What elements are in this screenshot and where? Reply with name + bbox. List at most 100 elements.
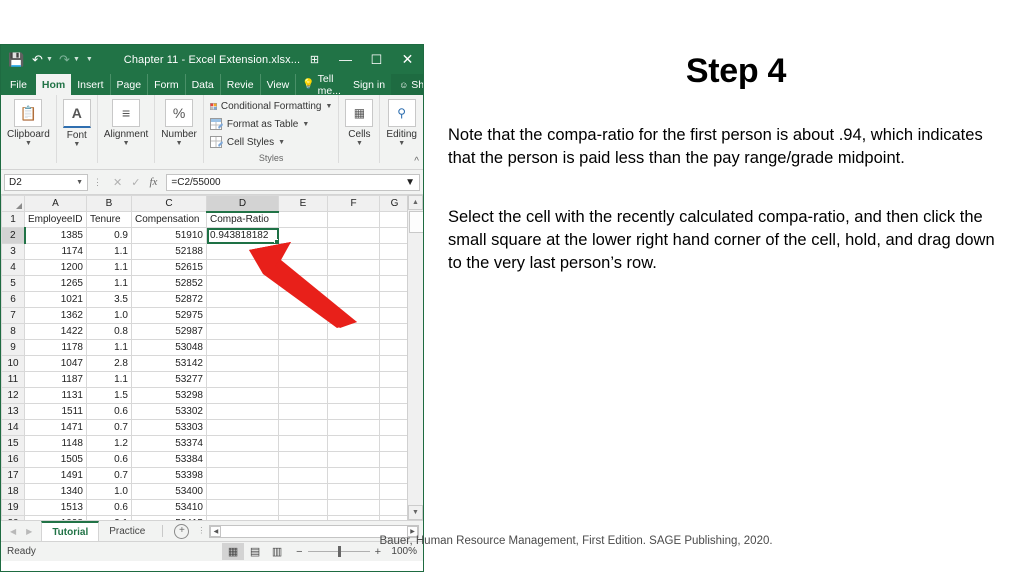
cell-a4[interactable]: 1200 [24, 259, 87, 276]
cell-d2-selected[interactable]: 0.943818182 [206, 227, 279, 244]
cell-g10[interactable] [379, 355, 410, 372]
column-header-e[interactable]: E [278, 195, 328, 212]
cell-e12[interactable] [278, 387, 328, 404]
cell-b4[interactable]: 1.1 [86, 259, 132, 276]
cell-f9[interactable] [327, 339, 380, 356]
tab-page-layout[interactable]: Page [111, 74, 149, 95]
conditional-formatting-button[interactable]: Conditional Formatting ▼ [209, 98, 332, 116]
cell-d7[interactable] [206, 307, 279, 324]
cell-b10[interactable]: 2.8 [86, 355, 132, 372]
cell-f20[interactable] [327, 515, 380, 520]
cell-f19[interactable] [327, 499, 380, 516]
cell-a20[interactable]: 1098 [24, 515, 87, 520]
ribbon-group-font[interactable]: A Font ▼ [57, 95, 98, 163]
row-header-13[interactable]: 13 [1, 403, 25, 420]
cell-e6[interactable] [278, 291, 328, 308]
ribbon-group-clipboard[interactable]: 📋 Clipboard ▼ [1, 95, 57, 163]
cell-e14[interactable] [278, 419, 328, 436]
conditional-formatting-chevron-down-icon[interactable]: ▼ [325, 103, 332, 110]
ribbon-group-alignment[interactable]: ≡ Alignment ▼ [98, 95, 156, 163]
expand-formula-bar-chevron-down-icon[interactable]: ▼ [405, 177, 415, 188]
select-all-corner[interactable] [1, 195, 25, 212]
cell-a2[interactable]: 1385 [24, 227, 87, 244]
cell-g14[interactable] [379, 419, 410, 436]
format-as-table-chevron-down-icon[interactable]: ▼ [302, 121, 309, 128]
cell-b18[interactable]: 1.0 [86, 483, 132, 500]
cell-a10[interactable]: 1047 [24, 355, 87, 372]
share-button[interactable]: ☺ Share [391, 74, 423, 95]
cell-styles-button[interactable]: Cell Styles ▼ [209, 133, 333, 151]
cell-b14[interactable]: 0.7 [86, 419, 132, 436]
cell-f18[interactable] [327, 483, 380, 500]
cell-a3[interactable]: 1174 [24, 243, 87, 260]
cell-a19[interactable]: 1513 [24, 499, 87, 516]
confirm-formula-icon[interactable]: ✓ [131, 176, 140, 189]
tab-file[interactable]: File [1, 74, 36, 95]
zoom-out-button[interactable]: − [296, 546, 302, 558]
tab-review[interactable]: Revie [221, 74, 261, 95]
cell-c11[interactable]: 53277 [131, 371, 207, 388]
row-header-17[interactable]: 17 [1, 467, 25, 484]
cell-a9[interactable]: 1178 [24, 339, 87, 356]
save-icon[interactable]: 💾 [7, 50, 26, 69]
cell-d11[interactable] [206, 371, 279, 388]
row-header-10[interactable]: 10 [1, 355, 25, 372]
cell-b5[interactable]: 1.1 [86, 275, 132, 292]
cell-a12[interactable]: 1131 [24, 387, 87, 404]
cell-g11[interactable] [379, 371, 410, 388]
cell-c20[interactable]: 53415 [131, 515, 207, 520]
cell-d16[interactable] [206, 451, 279, 468]
cell-g15[interactable] [379, 435, 410, 452]
cell-e17[interactable] [278, 467, 328, 484]
editing-chevron-down-icon[interactable]: ▼ [398, 140, 405, 148]
cell-f15[interactable] [327, 435, 380, 452]
row-header-1[interactable]: 1 [1, 211, 25, 228]
cell-b15[interactable]: 1.2 [86, 435, 132, 452]
cell-f11[interactable] [327, 371, 380, 388]
cell-b16[interactable]: 0.6 [86, 451, 132, 468]
row-header-12[interactable]: 12 [1, 387, 25, 404]
cell-d20[interactable] [206, 515, 279, 520]
cell-d15[interactable] [206, 435, 279, 452]
cell-e9[interactable] [278, 339, 328, 356]
cell-b13[interactable]: 0.6 [86, 403, 132, 420]
cell-g19[interactable] [379, 499, 410, 516]
row-header-18[interactable]: 18 [1, 483, 25, 500]
cell-a15[interactable]: 1148 [24, 435, 87, 452]
cell-f6[interactable] [327, 291, 380, 308]
cell-a17[interactable]: 1491 [24, 467, 87, 484]
column-header-d[interactable]: D [206, 195, 279, 213]
alignment-icon[interactable]: ≡ [112, 99, 141, 127]
cell-e2[interactable] [278, 227, 328, 244]
row-header-2[interactable]: 2 [1, 227, 26, 244]
cell-f4[interactable] [327, 259, 380, 276]
page-layout-view-icon[interactable]: ▤ [244, 543, 266, 560]
collapse-ribbon-icon[interactable]: ^ [414, 156, 419, 167]
cell-a16[interactable]: 1505 [24, 451, 87, 468]
formula-input[interactable]: =C2/55000 ▼ [166, 173, 420, 191]
ribbon-group-editing[interactable]: ⚲ Editing ▼ [380, 95, 423, 163]
cell-g5[interactable] [379, 275, 410, 292]
cell-b2[interactable]: 0.9 [86, 227, 132, 244]
row-header-14[interactable]: 14 [1, 419, 25, 436]
row-header-16[interactable]: 16 [1, 451, 25, 468]
tab-home[interactable]: Hom [35, 74, 72, 95]
undo-chevron-down-icon[interactable]: ▼ [46, 56, 53, 63]
name-box[interactable]: D2 ▼ [4, 173, 88, 191]
format-as-table-button[interactable]: Format as Table ▼ [209, 116, 333, 134]
cell-g2[interactable] [379, 227, 410, 244]
cell-c15[interactable]: 53374 [131, 435, 207, 452]
row-header-20[interactable]: 20 [1, 515, 25, 520]
cell-b9[interactable]: 1.1 [86, 339, 132, 356]
cell-e16[interactable] [278, 451, 328, 468]
cell-c13[interactable]: 53302 [131, 403, 207, 420]
cell-g18[interactable] [379, 483, 410, 500]
tab-formulas[interactable]: Form [148, 74, 186, 95]
cell-c2[interactable]: 51910 [131, 227, 207, 244]
add-sheet-button[interactable]: + [174, 523, 190, 539]
cell-c4[interactable]: 52615 [131, 259, 207, 276]
cell-b6[interactable]: 3.5 [86, 291, 132, 308]
normal-view-icon[interactable]: ▦ [222, 543, 245, 560]
ribbon-group-number[interactable]: % Number ▼ [155, 95, 204, 163]
cell-g12[interactable] [379, 387, 410, 404]
